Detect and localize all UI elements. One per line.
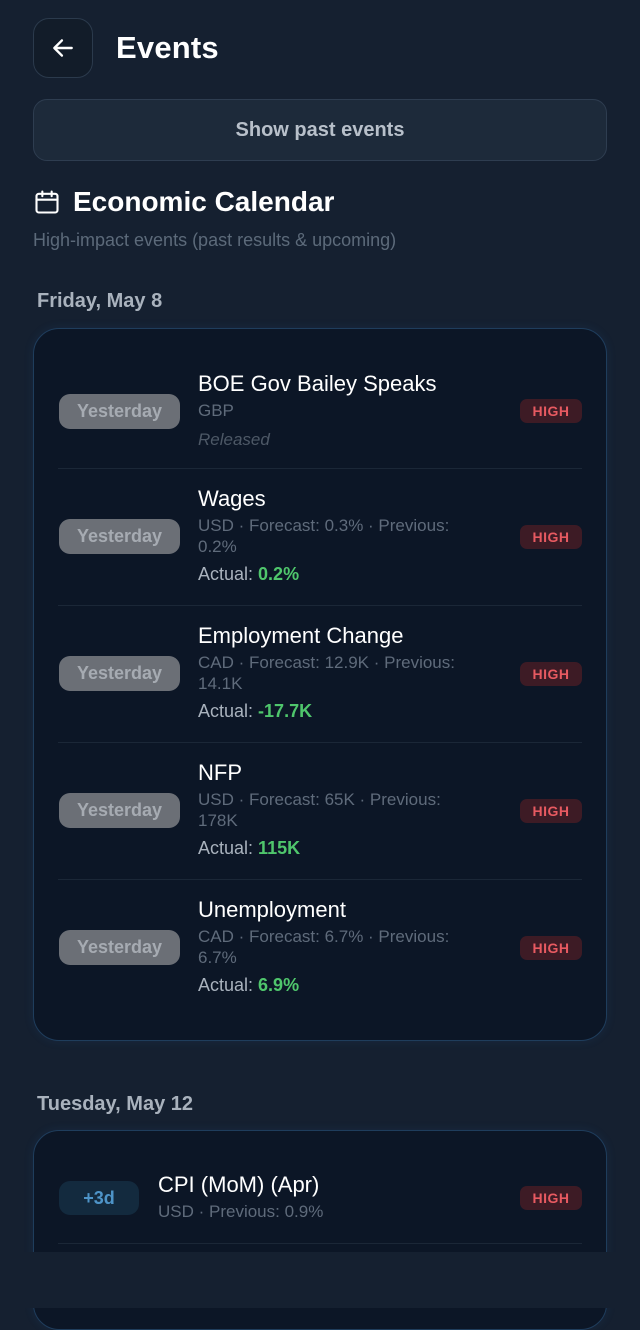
event-row[interactable]: Yesterday Wages USD · Forecast: 0.3% · P… xyxy=(58,469,582,606)
event-actual: Actual: 115K xyxy=(198,837,472,859)
event-meta: CAD · Forecast: 6.7% · Previous: 6.7% xyxy=(198,927,450,967)
impact-badge: HIGH xyxy=(520,799,582,823)
impact-badge: HIGH xyxy=(520,1186,582,1210)
actual-value: 0.2% xyxy=(258,564,300,584)
section-heading: Economic Calendar xyxy=(33,186,334,218)
actual-value: 6.9% xyxy=(258,975,300,995)
actual-label: Actual: xyxy=(198,838,254,858)
time-pill: +3d xyxy=(59,1181,139,1215)
show-past-events-button[interactable]: Show past events xyxy=(33,99,607,161)
event-meta: USD · Forecast: 65K · Previous: 178K xyxy=(198,790,441,830)
header: Events xyxy=(33,17,219,79)
back-button[interactable] xyxy=(33,18,93,78)
event-meta: USD · Previous: 0.9% xyxy=(158,1202,324,1221)
event-meta: CAD · Forecast: 12.9K · Previous: 14.1K xyxy=(198,653,455,693)
actual-value: 115K xyxy=(258,838,301,858)
bottom-area xyxy=(0,1252,640,1308)
event-title: Employment Change xyxy=(198,623,404,648)
event-title: Unemployment xyxy=(198,897,346,922)
time-pill: Yesterday xyxy=(59,394,180,429)
event-title: Wages xyxy=(198,486,266,511)
event-row[interactable]: Yesterday Employment Change CAD · Foreca… xyxy=(58,606,582,743)
page-title: Events xyxy=(116,30,219,65)
impact-badge: HIGH xyxy=(520,525,582,549)
event-meta: GBP xyxy=(198,401,234,420)
actual-label: Actual: xyxy=(198,564,254,584)
event-title: CPI (MoM) (Apr) xyxy=(158,1172,320,1197)
event-actual: Actual: -17.7K xyxy=(198,700,472,722)
event-row[interactable]: Yesterday Unemployment CAD · Forecast: 6… xyxy=(58,880,582,1016)
event-row[interactable]: +3d CPI (MoM) (Apr) USD · Previous: 0.9%… xyxy=(58,1151,582,1244)
event-status: Released xyxy=(198,430,270,449)
day-label: Friday, May 8 xyxy=(37,290,163,312)
events-card: Yesterday BOE Gov Bailey Speaks GBP Rele… xyxy=(33,328,607,1041)
event-content: Unemployment CAD · Forecast: 6.7% · Prev… xyxy=(198,896,472,996)
event-row[interactable]: Yesterday BOE Gov Bailey Speaks GBP Rele… xyxy=(58,349,582,469)
actual-value: -17.7K xyxy=(258,701,313,721)
section-title: Economic Calendar xyxy=(73,186,335,217)
actual-label: Actual: xyxy=(198,975,254,995)
event-meta: USD · Forecast: 0.3% · Previous: 0.2% xyxy=(198,516,450,556)
time-pill: Yesterday xyxy=(59,930,180,965)
event-content: CPI (MoM) (Apr) USD · Previous: 0.9% xyxy=(158,1171,472,1222)
impact-badge: HIGH xyxy=(520,936,582,960)
time-pill: Yesterday xyxy=(59,793,180,828)
event-row[interactable]: Yesterday NFP USD · Forecast: 65K · Prev… xyxy=(58,743,582,880)
impact-badge: HIGH xyxy=(520,662,582,686)
event-actual: Actual: 6.9% xyxy=(198,974,472,996)
actual-label: Actual: xyxy=(198,701,254,721)
event-actual: Actual: 0.2% xyxy=(198,563,472,585)
event-title: BOE Gov Bailey Speaks xyxy=(198,371,437,396)
time-pill: Yesterday xyxy=(59,519,180,554)
event-content: BOE Gov Bailey Speaks GBP Released xyxy=(198,370,472,450)
time-pill: Yesterday xyxy=(59,656,180,691)
event-content: NFP USD · Forecast: 65K · Previous: 178K… xyxy=(198,759,472,859)
event-content: Wages USD · Forecast: 0.3% · Previous: 0… xyxy=(198,485,472,585)
event-content: Employment Change CAD · Forecast: 12.9K … xyxy=(198,622,472,722)
arrow-left-icon xyxy=(53,39,73,57)
event-title: NFP xyxy=(198,760,242,785)
impact-badge: HIGH xyxy=(520,399,582,423)
day-label: Tuesday, May 12 xyxy=(37,1093,193,1115)
calendar-icon xyxy=(35,190,59,214)
section-subtitle: High-impact events (past results & upcom… xyxy=(33,230,397,250)
